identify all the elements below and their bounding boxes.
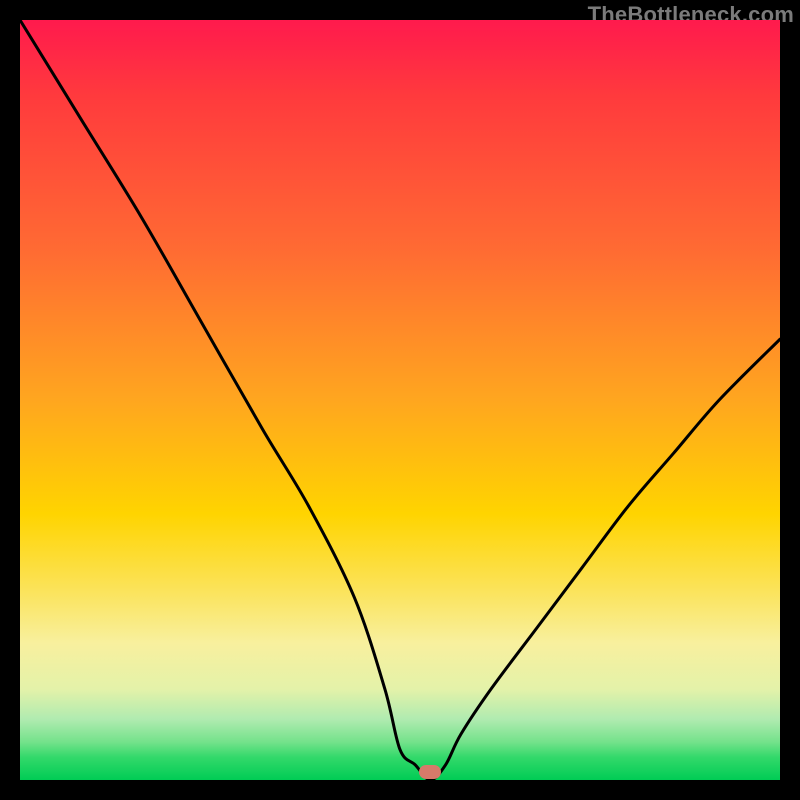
optimal-point-marker bbox=[419, 765, 441, 779]
bottleneck-curve bbox=[20, 20, 780, 780]
curve-svg bbox=[20, 20, 780, 780]
chart-frame: TheBottleneck.com bbox=[0, 0, 800, 800]
plot-area bbox=[20, 20, 780, 780]
